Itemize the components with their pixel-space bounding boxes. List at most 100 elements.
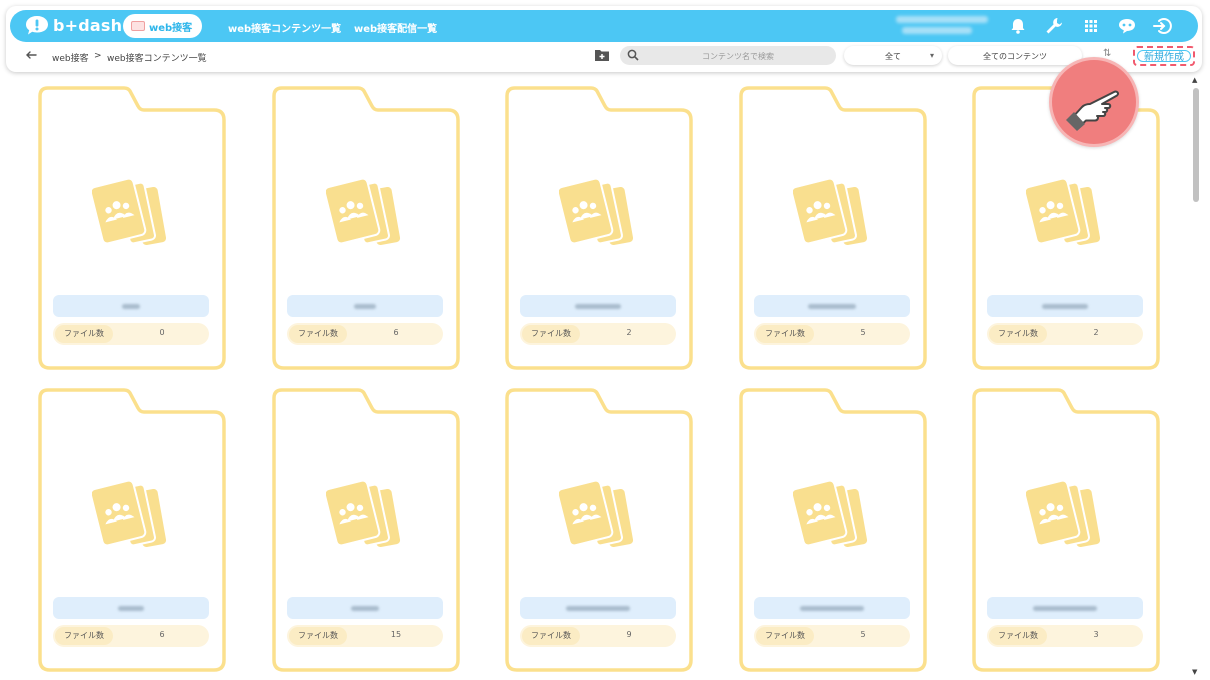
- file-count-row: ファイル数 3: [987, 625, 1143, 647]
- folder-name-redacted: [351, 606, 379, 611]
- nav-content-list[interactable]: web接客コンテンツ一覧: [228, 20, 341, 35]
- nav-web-sekkyaku[interactable]: web接客: [123, 14, 203, 38]
- file-count-row: ファイル数 6: [53, 625, 209, 647]
- folder-name-field: [53, 597, 209, 619]
- folder-card[interactable]: ファイル数 0: [38, 86, 226, 371]
- file-count-value: 3: [1093, 630, 1099, 639]
- file-count-value: 9: [626, 630, 632, 639]
- folder-name-redacted: [575, 304, 621, 309]
- file-count-value: 6: [393, 328, 399, 337]
- folder-name-field: [987, 295, 1143, 317]
- folder-name-redacted: [808, 304, 856, 309]
- monitor-icon: [131, 21, 145, 31]
- folder-name-field: [520, 295, 676, 317]
- filter-select-value: 全て: [885, 52, 901, 61]
- file-count-row: ファイル数 6: [287, 323, 443, 345]
- nav-delivery-list[interactable]: web接客配信一覧: [354, 20, 437, 35]
- top-navigation-bar: b+dash web接客 web接客コンテンツ一覧 web接客配信一覧: [10, 10, 1198, 42]
- back-arrow-icon[interactable]: [24, 48, 38, 62]
- file-count-row: ファイル数 2: [520, 323, 676, 345]
- content-stack-icon: [92, 178, 167, 246]
- search-placeholder: コンテンツ名で検索: [702, 52, 774, 61]
- file-count-value: 15: [390, 630, 402, 639]
- file-count-label: ファイル数: [522, 627, 580, 645]
- file-count-label: ファイル数: [55, 325, 113, 343]
- file-count-value: 2: [626, 328, 632, 337]
- file-count-label: ファイル数: [289, 325, 347, 343]
- folder-card[interactable]: ファイル数 2: [505, 86, 693, 371]
- grid-icon[interactable]: [1080, 15, 1102, 37]
- scroll-up-icon[interactable]: ▲: [1192, 76, 1197, 84]
- folder-name-field: [754, 295, 910, 317]
- file-count-row: ファイル数 15: [287, 625, 443, 647]
- logo-bubble-icon: [26, 16, 48, 35]
- file-count-label: ファイル数: [989, 627, 1047, 645]
- folder-card[interactable]: ファイル数 6: [38, 388, 226, 673]
- new-create-button[interactable]: 新規作成: [1137, 50, 1191, 63]
- file-count-row: ファイル数 5: [754, 625, 910, 647]
- content-stack-icon: [1026, 480, 1101, 548]
- user-account-info[interactable]: [882, 14, 998, 38]
- file-count-label: ファイル数: [522, 325, 580, 343]
- folder-name-field: [287, 597, 443, 619]
- content-stack-icon: [1026, 178, 1101, 246]
- folder-card[interactable]: ファイル数 15: [272, 388, 460, 673]
- file-count-value: 5: [860, 630, 866, 639]
- nav-web-sekkyaku-label: web接客: [149, 22, 193, 34]
- content-stack-icon: [92, 480, 167, 548]
- file-count-row: ファイル数 2: [987, 323, 1143, 345]
- new-create-button-highlight[interactable]: 新規作成: [1133, 46, 1195, 66]
- folder-name-field: [754, 597, 910, 619]
- file-count-label: ファイル数: [756, 627, 814, 645]
- chat-bot-icon[interactable]: [1116, 15, 1138, 37]
- file-count-row: ファイル数 9: [520, 625, 676, 647]
- chevron-down-icon: ▾: [929, 51, 934, 60]
- file-count-value: 5: [860, 328, 866, 337]
- folder-card[interactable]: ファイル数 6: [272, 86, 460, 371]
- folder-name-redacted: [122, 304, 140, 309]
- scrollbar-thumb[interactable]: [1193, 88, 1199, 202]
- user-name-redacted: [896, 16, 988, 23]
- folder-name-field: [287, 295, 443, 317]
- folder-card[interactable]: ファイル数 5: [739, 86, 927, 371]
- file-count-value: 0: [159, 328, 165, 337]
- vertical-scrollbar[interactable]: ▲ ▼: [1190, 76, 1202, 678]
- content-stack-icon: [326, 178, 401, 246]
- folder-name-redacted: [566, 606, 630, 611]
- content-stack-icon: [559, 178, 634, 246]
- filter-select[interactable]: 全て ▾: [844, 46, 942, 65]
- folder-name-redacted: [354, 304, 376, 309]
- add-folder-icon[interactable]: [594, 48, 610, 62]
- sub-toolbar: web接客 > web接客コンテンツ一覧 コンテンツ名で検索 全て ▾ 全てのコ…: [6, 42, 1202, 70]
- scroll-down-icon[interactable]: ▼: [1192, 668, 1197, 676]
- wrench-icon[interactable]: [1043, 15, 1065, 37]
- user-company-redacted: [902, 27, 972, 34]
- file-count-value: 2: [1093, 328, 1099, 337]
- folder-name-redacted: [800, 606, 864, 611]
- file-count-label: ファイル数: [289, 627, 347, 645]
- folder-card[interactable]: ファイル数 3: [972, 388, 1160, 673]
- folder-card[interactable]: ファイル数 9: [505, 388, 693, 673]
- folder-name-redacted: [118, 606, 144, 611]
- logout-icon[interactable]: [1151, 15, 1173, 37]
- folder-name-field: [53, 295, 209, 317]
- breadcrumb-root[interactable]: web接客: [52, 51, 89, 64]
- file-count-value: 6: [159, 630, 165, 639]
- folder-name-redacted: [1033, 606, 1097, 611]
- folder-name-field: [520, 597, 676, 619]
- content-stack-icon: [793, 178, 868, 246]
- folder-card[interactable]: ファイル数 5: [739, 388, 927, 673]
- breadcrumb-separator: >: [94, 51, 102, 61]
- bell-icon[interactable]: [1007, 15, 1029, 37]
- search-input[interactable]: コンテンツ名で検索: [620, 46, 836, 65]
- file-count-label: ファイル数: [55, 627, 113, 645]
- content-stack-icon: [326, 480, 401, 548]
- file-count-label: ファイル数: [989, 325, 1047, 343]
- app-logo[interactable]: b+dash: [24, 14, 122, 36]
- content-stack-icon: [559, 480, 634, 548]
- folder-name-redacted: [1042, 304, 1088, 309]
- breadcrumb-current: web接客コンテンツ一覧: [107, 54, 207, 64]
- file-count-row: ファイル数 5: [754, 323, 910, 345]
- folder-name-field: [987, 597, 1143, 619]
- content-stack-icon: [793, 480, 868, 548]
